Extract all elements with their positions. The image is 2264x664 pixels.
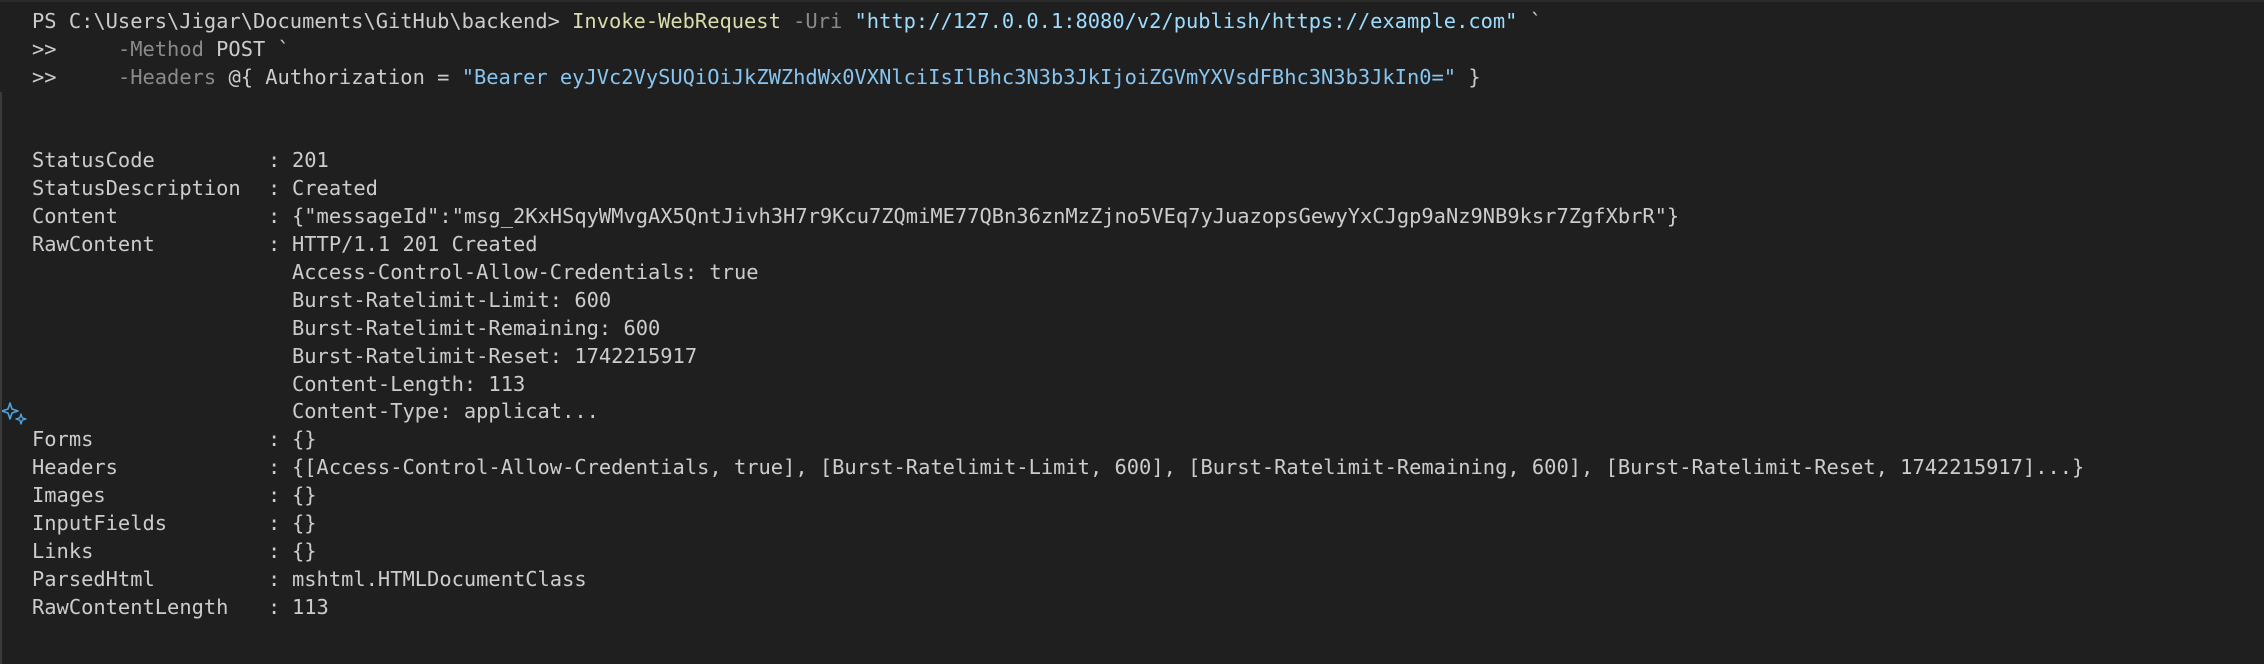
field-separator: : — [268, 566, 293, 591]
field-separator: : — [268, 232, 293, 257]
raw-content-line: Access-Control-Allow-Credentials: true — [32, 259, 2264, 287]
field-key: Headers — [32, 455, 118, 480]
raw-content-line: Burst-Ratelimit-Remaining: 600 — [32, 315, 2264, 343]
field-value: {} — [292, 511, 317, 536]
sparkle-icon[interactable] — [2, 400, 28, 426]
method-parameter: -Method — [56, 36, 217, 61]
field-separator: : — [268, 427, 293, 452]
response-field-row: StatusDescription: Created — [32, 175, 2264, 203]
uri-parameter: -Uri — [780, 9, 855, 33]
field-value: HTTP/1.1 201 Created — [292, 232, 538, 257]
raw-content-line: Content-Length: 113 — [32, 371, 2264, 399]
continuation-prompt: >> — [32, 64, 57, 89]
response-field-row: Content: {"messageId":"msg_2KxHSqyWMvgAX… — [32, 203, 2264, 231]
field-key: ParsedHtml — [32, 566, 155, 591]
raw-content-text: Burst-Ratelimit-Remaining: 600 — [292, 315, 661, 340]
terminal-gutter — [0, 92, 2, 664]
field-separator: : — [268, 594, 293, 619]
raw-content-text: Content-Length: 113 — [292, 371, 526, 396]
field-separator: : — [268, 483, 293, 508]
response-fields: StatusCode: 201 StatusDescription: Create… — [32, 147, 2264, 259]
field-separator: : — [268, 148, 293, 173]
field-value: {} — [292, 483, 317, 508]
terminal-top-border — [0, 0, 2264, 2]
field-key: StatusDescription — [32, 176, 241, 201]
cmdlet-name: Invoke-WebRequest — [572, 9, 781, 33]
field-key: RawContent — [32, 232, 155, 257]
field-separator: : — [268, 204, 293, 229]
field-value: mshtml.HTMLDocumentClass — [292, 566, 587, 591]
field-key: Content — [32, 204, 118, 229]
field-value: 113 — [292, 594, 329, 619]
shell-prompt: PS C:\Users\Jigar\Documents\GitHub\backe… — [32, 9, 573, 33]
field-separator: : — [268, 455, 293, 480]
field-key: Links — [32, 538, 94, 563]
raw-content-line: Burst-Ratelimit-Limit: 600 — [32, 287, 2264, 315]
field-key: RawContentLength — [32, 594, 229, 619]
field-key: Forms — [32, 427, 94, 452]
response-field-row: RawContent: HTTP/1.1 201 Created — [32, 231, 2264, 259]
field-value: Created — [292, 176, 378, 201]
field-value: {"messageId":"msg_2KxHSqyWMvgAX5QntJivh3… — [292, 204, 1680, 229]
raw-content-text: Burst-Ratelimit-Limit: 600 — [292, 287, 612, 312]
command-line-headers: >> -Headers @{ Authorization = "Bearer e… — [32, 64, 2264, 92]
raw-content-continuation: Access-Control-Allow-Credentials: true Bu… — [32, 259, 2264, 426]
headers-close: } — [1456, 64, 1481, 89]
field-separator: : — [268, 538, 293, 563]
raw-content-text: Content-Type: applicat... — [292, 399, 599, 424]
field-key: StatusCode — [32, 148, 155, 173]
headers-open: @{ Authorization = — [228, 64, 462, 89]
response-field-row: StatusCode: 201 — [32, 147, 2264, 175]
authorization-value: "Bearer eyJVc2VySUQiOiJkZWZhdWx0VXNlciIs… — [461, 64, 1457, 89]
field-key: Images — [32, 483, 106, 508]
field-value: {[Access-Control-Allow-Credentials, true… — [292, 455, 2085, 480]
field-value: {} — [292, 427, 317, 452]
field-separator: : — [268, 511, 293, 536]
response-field-row: ParsedHtml: mshtml.HTMLDocumentClass — [32, 566, 2264, 594]
method-value: POST — [216, 36, 266, 61]
raw-content-text: Burst-Ratelimit-Reset: 1742215917 — [292, 343, 698, 368]
line-continuation: ` — [265, 36, 290, 61]
field-key: InputFields — [32, 511, 168, 536]
uri-value: "http://127.0.0.1:8080/v2/publish/https:… — [854, 9, 1518, 33]
raw-content-line: Burst-Ratelimit-Reset: 1742215917 — [32, 343, 2264, 371]
headers-parameter: -Headers — [56, 64, 229, 89]
line-continuation: ` — [1517, 9, 1543, 33]
field-separator: : — [268, 176, 293, 201]
response-field-row: Headers: {[Access-Control-Allow-Credenti… — [32, 454, 2264, 482]
response-field-row: Forms: {} — [32, 426, 2264, 454]
field-value: {} — [292, 538, 317, 563]
response-field-row: Links: {} — [32, 538, 2264, 566]
raw-content-text: Access-Control-Allow-Credentials: true — [292, 260, 759, 285]
terminal-output[interactable]: PS C:\Users\Jigar\Documents\GitHub\backe… — [32, 8, 2264, 622]
response-field-row: RawContentLength: 113 — [32, 594, 2264, 622]
command-line: PS C:\Users\Jigar\Documents\GitHub\backe… — [32, 8, 2264, 36]
response-fields-after: Forms: {} Headers: {[Access-Control-Allow… — [32, 426, 2264, 621]
continuation-prompt: >> — [32, 36, 57, 61]
command-line-method: >> -Method POST ` — [32, 36, 2264, 64]
raw-content-line: Content-Type: applicat... — [32, 398, 2264, 426]
response-field-row: Images: {} — [32, 482, 2264, 510]
field-value: 201 — [292, 148, 329, 173]
response-field-row: InputFields: {} — [32, 510, 2264, 538]
